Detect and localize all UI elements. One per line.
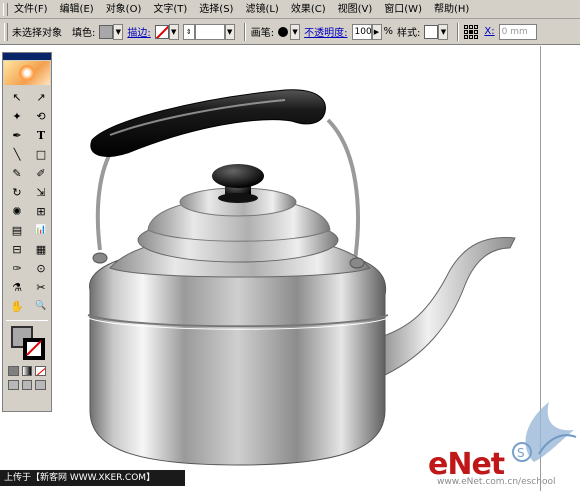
standard-screen-mode-icon[interactable] [8,380,19,390]
fill-swatch[interactable] [99,24,114,39]
app-logo [4,61,50,85]
knob-base [218,193,258,203]
x-input[interactable]: 0 mm [498,23,537,40]
direct-selection-tool-icon[interactable]: ↗ [30,88,52,106]
style-dropdown[interactable]: ▼ [438,23,449,40]
screen-mode-row [3,378,51,392]
fill-dropdown[interactable]: ▼ [113,23,124,40]
free-transform-tool-icon[interactable]: ⊞ [30,202,52,220]
menu-object[interactable]: 对象(O) [100,1,148,18]
color-mode-row [3,364,51,378]
hand-tool-icon[interactable]: ✋ [6,297,28,315]
warp-tool-icon[interactable]: ✺ [6,202,28,220]
menu-grip[interactable] [3,2,8,16]
type-tool-icon[interactable]: T [30,126,52,144]
svg-text:S: S [517,446,525,460]
rotate-tool-icon[interactable]: ↻ [6,183,28,201]
rivet-right [349,257,365,269]
tools-panel: ↖ ↗ ✦ ⟲ ✒ T ╲ □ ✎ ✐ ↻ ⇲ ✺ ⊞ ▤ 📊 ⊟ ▦ ✑ ⊙ … [2,52,52,412]
upload-credit-bar: 上传于【新客网 WWW.XKER.COM】 [0,470,185,486]
kettle-body [89,251,387,466]
selection-tool-icon[interactable]: ↖ [6,88,28,106]
none-mode-icon[interactable] [35,366,47,376]
x-label[interactable]: X: [484,26,494,37]
menu-help[interactable]: 帮助(H) [428,1,475,18]
control-bar: 未选择对象 填色: ▼ 描边: ▼ ⇕ ▼ 画笔: ▼ 不透明度: 100 ▶ … [0,19,580,45]
brush-dot-icon[interactable] [278,26,289,37]
kettle-artwork[interactable] [70,80,530,475]
scissors-tool-icon[interactable]: ✂ [30,278,52,296]
scale-tool-icon[interactable]: ⇲ [30,183,52,201]
stroke-weight-dropdown[interactable]: ▼ [224,23,235,40]
opacity-input[interactable]: 100 [351,23,372,40]
logo-flower-icon [19,65,35,81]
transform-grid-icon[interactable] [464,24,479,39]
brush-label: 画笔: [250,28,275,39]
url-watermark: www.eNet.com.cn/eschool [437,477,556,487]
lid-knob [212,164,264,188]
graph-tool-icon[interactable]: 📊 [30,221,52,239]
fill-stroke-area [7,324,47,362]
divider [457,22,460,41]
rectangle-tool-icon[interactable]: □ [30,145,52,163]
pen-tool-icon[interactable]: ✒ [6,126,28,144]
menu-filter[interactable]: 滤镜(L) [239,1,284,18]
pencil-tool-icon[interactable]: ✐ [30,164,52,182]
brush-dropdown[interactable]: ▼ [290,23,301,40]
menu-file[interactable]: 文件(F) [12,1,54,18]
bird-logo-watermark: S [512,402,577,462]
stroke-weight-stepper[interactable]: ⇕ [182,23,195,40]
paintbrush-tool-icon[interactable]: ✎ [6,164,28,182]
blend-tool-icon[interactable]: ⊙ [30,259,52,277]
control-bar-grip[interactable] [4,22,8,41]
menu-type[interactable]: 文字(T) [147,1,193,18]
divider [6,320,48,321]
kettle-handle [90,89,326,157]
zoom-tool-icon[interactable]: 🔍 [30,297,52,315]
magic-wand-tool-icon[interactable]: ✦ [6,107,28,125]
rivet-left [92,252,108,264]
eyedropper-tool-icon[interactable]: ✑ [6,259,28,277]
stroke-none-swatch[interactable] [154,24,169,39]
menu-bar: 文件(F) 编辑(E) 对象(O) 文字(T) 选择(S) 滤镜(L) 效果(C… [0,0,580,19]
menu-view[interactable]: 视图(V) [332,1,379,18]
fullscreen-menu-mode-icon[interactable] [21,380,33,390]
fill-label: 填色: [72,28,96,39]
opacity-dropdown[interactable]: ▶ [371,23,382,40]
menu-window[interactable]: 窗口(W) [378,1,428,18]
style-swatch[interactable] [424,24,439,39]
color-mode-icon[interactable] [8,366,19,376]
kettle-spout [369,236,516,376]
line-tool-icon[interactable]: ╲ [6,145,28,163]
tool-grid: ↖ ↗ ✦ ⟲ ✒ T ╲ □ ✎ ✐ ↻ ⇲ ✺ ⊞ ▤ 📊 ⊟ ▦ ✑ ⊙ … [3,86,51,317]
divider [243,22,246,41]
stroke-dropdown[interactable]: ▼ [168,23,179,40]
selection-status: 未选择对象 [12,28,62,39]
lasso-tool-icon[interactable]: ⟲ [30,107,52,125]
menu-select[interactable]: 选择(S) [193,1,239,18]
stroke-label[interactable]: 描边: [127,24,150,39]
symbol-sprayer-tool-icon[interactable]: ▤ [6,221,28,239]
mesh-tool-icon[interactable]: ⊟ [6,240,28,258]
fullscreen-mode-icon[interactable] [35,380,47,390]
stroke-color-box[interactable] [23,338,45,360]
style-label: 样式: [397,28,421,39]
stroke-weight-input[interactable] [194,23,225,40]
opacity-percent: % [383,26,394,37]
tools-titlebar[interactable] [3,53,51,60]
gradient-tool-icon[interactable]: ▦ [30,240,52,258]
gradient-mode-icon[interactable] [21,366,33,376]
opacity-label[interactable]: 不透明度: [304,24,347,39]
handle-wire-left [95,143,117,251]
live-paint-tool-icon[interactable]: ⚗ [6,278,28,296]
menu-effect[interactable]: 效果(C) [285,1,332,18]
menu-edit[interactable]: 编辑(E) [54,1,100,18]
